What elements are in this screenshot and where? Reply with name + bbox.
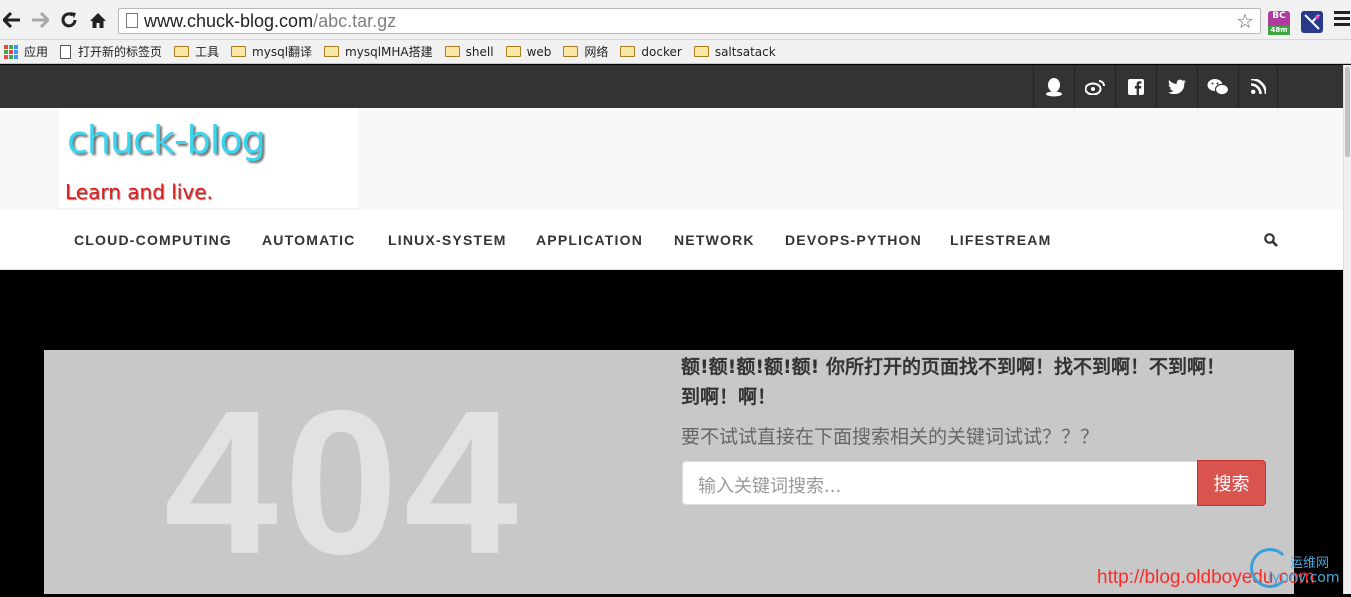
facebook-icon[interactable] bbox=[1115, 65, 1155, 108]
scrollbar[interactable] bbox=[1343, 65, 1351, 594]
error-title: 额!额!额!额!额! 你所打开的页面找不到啊！找不到啊！不到啊！到啊！啊！ bbox=[681, 356, 1225, 408]
site-topbar bbox=[0, 65, 1343, 108]
error-code: 404 bbox=[164, 368, 525, 597]
folder-icon bbox=[174, 46, 190, 57]
folder-icon bbox=[324, 46, 340, 57]
folder-icon bbox=[563, 46, 579, 57]
weibo-icon[interactable] bbox=[1074, 65, 1114, 108]
site-logo[interactable]: chuck-blog Learn and live. bbox=[59, 108, 358, 209]
bookmark-folder[interactable]: shell bbox=[444, 45, 494, 59]
search-input[interactable]: 输入关键词搜索... bbox=[682, 461, 1198, 505]
qq-icon[interactable] bbox=[1033, 65, 1073, 108]
bookmark-folder[interactable]: 工具 bbox=[174, 43, 219, 60]
nav-lifestream[interactable]: LIFESTREAM bbox=[950, 232, 1051, 248]
extension-bc-icon[interactable]: BC 48m bbox=[1268, 11, 1290, 35]
twitter-icon[interactable] bbox=[1156, 65, 1196, 108]
folder-icon bbox=[505, 46, 521, 57]
error-panel: 404 额!额!额!额!额! 你所打开的页面找不到啊！找不到啊！不到啊！到啊！啊… bbox=[44, 350, 1294, 594]
error-stage: 404 额!额!额!额!额! 你所打开的页面找不到啊！找不到啊！不到啊！到啊！啊… bbox=[0, 270, 1343, 594]
wechat-icon[interactable] bbox=[1197, 65, 1237, 108]
folder-icon bbox=[231, 46, 247, 57]
nav-automatic[interactable]: AUTOMATIC bbox=[262, 232, 356, 248]
bookmark-apps[interactable]: 应用 bbox=[0, 43, 48, 60]
browser-toolbar: www.chuck-blog.com/abc.tar.gz ☆ BC 48m bbox=[0, 0, 1351, 40]
page-icon bbox=[126, 13, 138, 28]
nav-linux-system[interactable]: LINUX-SYSTEM bbox=[388, 232, 507, 248]
bookmark-folder[interactable]: saltsatack bbox=[693, 45, 776, 59]
nav-devops-python[interactable]: DEVOPS-PYTHON bbox=[785, 232, 922, 248]
bookmark-folder[interactable]: 网络 bbox=[563, 43, 608, 60]
bookmark-folder[interactable]: mysqlMHA搭建 bbox=[324, 43, 433, 60]
reload-icon[interactable] bbox=[57, 8, 81, 32]
address-bar[interactable]: www.chuck-blog.com/abc.tar.gz ☆ bbox=[118, 8, 1261, 34]
folder-icon bbox=[444, 46, 460, 57]
site-header: chuck-blog Learn and live. bbox=[0, 108, 1343, 210]
watermark-brand: 运维网 bbox=[1290, 556, 1330, 571]
search-icon[interactable] bbox=[1264, 232, 1278, 247]
extension-icon[interactable] bbox=[1301, 11, 1323, 33]
nav-cloud-computing[interactable]: CLOUD-COMPUTING bbox=[74, 232, 232, 248]
watermark-domain: iyunv.com bbox=[1268, 570, 1340, 586]
nav-application[interactable]: APPLICATION bbox=[536, 232, 643, 248]
bookmarks-bar: 应用 打开新的标签页 工具 mysql翻译 mysqlMHA搭建 shell w… bbox=[0, 40, 1351, 64]
scrollbar-thumb[interactable] bbox=[1345, 67, 1350, 157]
bookmark-folder[interactable]: web bbox=[505, 45, 551, 59]
rss-icon[interactable] bbox=[1238, 65, 1278, 108]
bookmark-new-tab[interactable]: 打开新的标签页 bbox=[60, 43, 162, 60]
folder-icon bbox=[620, 46, 636, 57]
site-title[interactable]: chuck-blog bbox=[67, 118, 266, 162]
page-icon bbox=[60, 44, 72, 59]
apps-icon bbox=[4, 44, 18, 59]
menu-icon[interactable] bbox=[1334, 11, 1350, 29]
star-icon[interactable]: ☆ bbox=[1236, 9, 1254, 33]
bookmark-folder[interactable]: docker bbox=[620, 45, 682, 59]
url-text: www.chuck-blog.com/abc.tar.gz bbox=[144, 11, 397, 31]
home-icon[interactable] bbox=[86, 8, 110, 32]
main-navigation: CLOUD-COMPUTING AUTOMATIC LINUX-SYSTEM A… bbox=[0, 210, 1343, 270]
forward-arrow-icon[interactable] bbox=[28, 8, 52, 32]
back-arrow-icon[interactable] bbox=[0, 8, 24, 32]
folder-icon bbox=[693, 46, 709, 57]
search-button[interactable]: 搜索 bbox=[1197, 460, 1266, 506]
bookmark-folder[interactable]: mysql翻译 bbox=[231, 43, 312, 60]
error-subtitle: 要不试试直接在下面搜索相关的关键词试试？？？ bbox=[681, 426, 1100, 448]
nav-network[interactable]: NETWORK bbox=[674, 232, 755, 248]
site-tagline: Learn and live. bbox=[65, 180, 213, 204]
